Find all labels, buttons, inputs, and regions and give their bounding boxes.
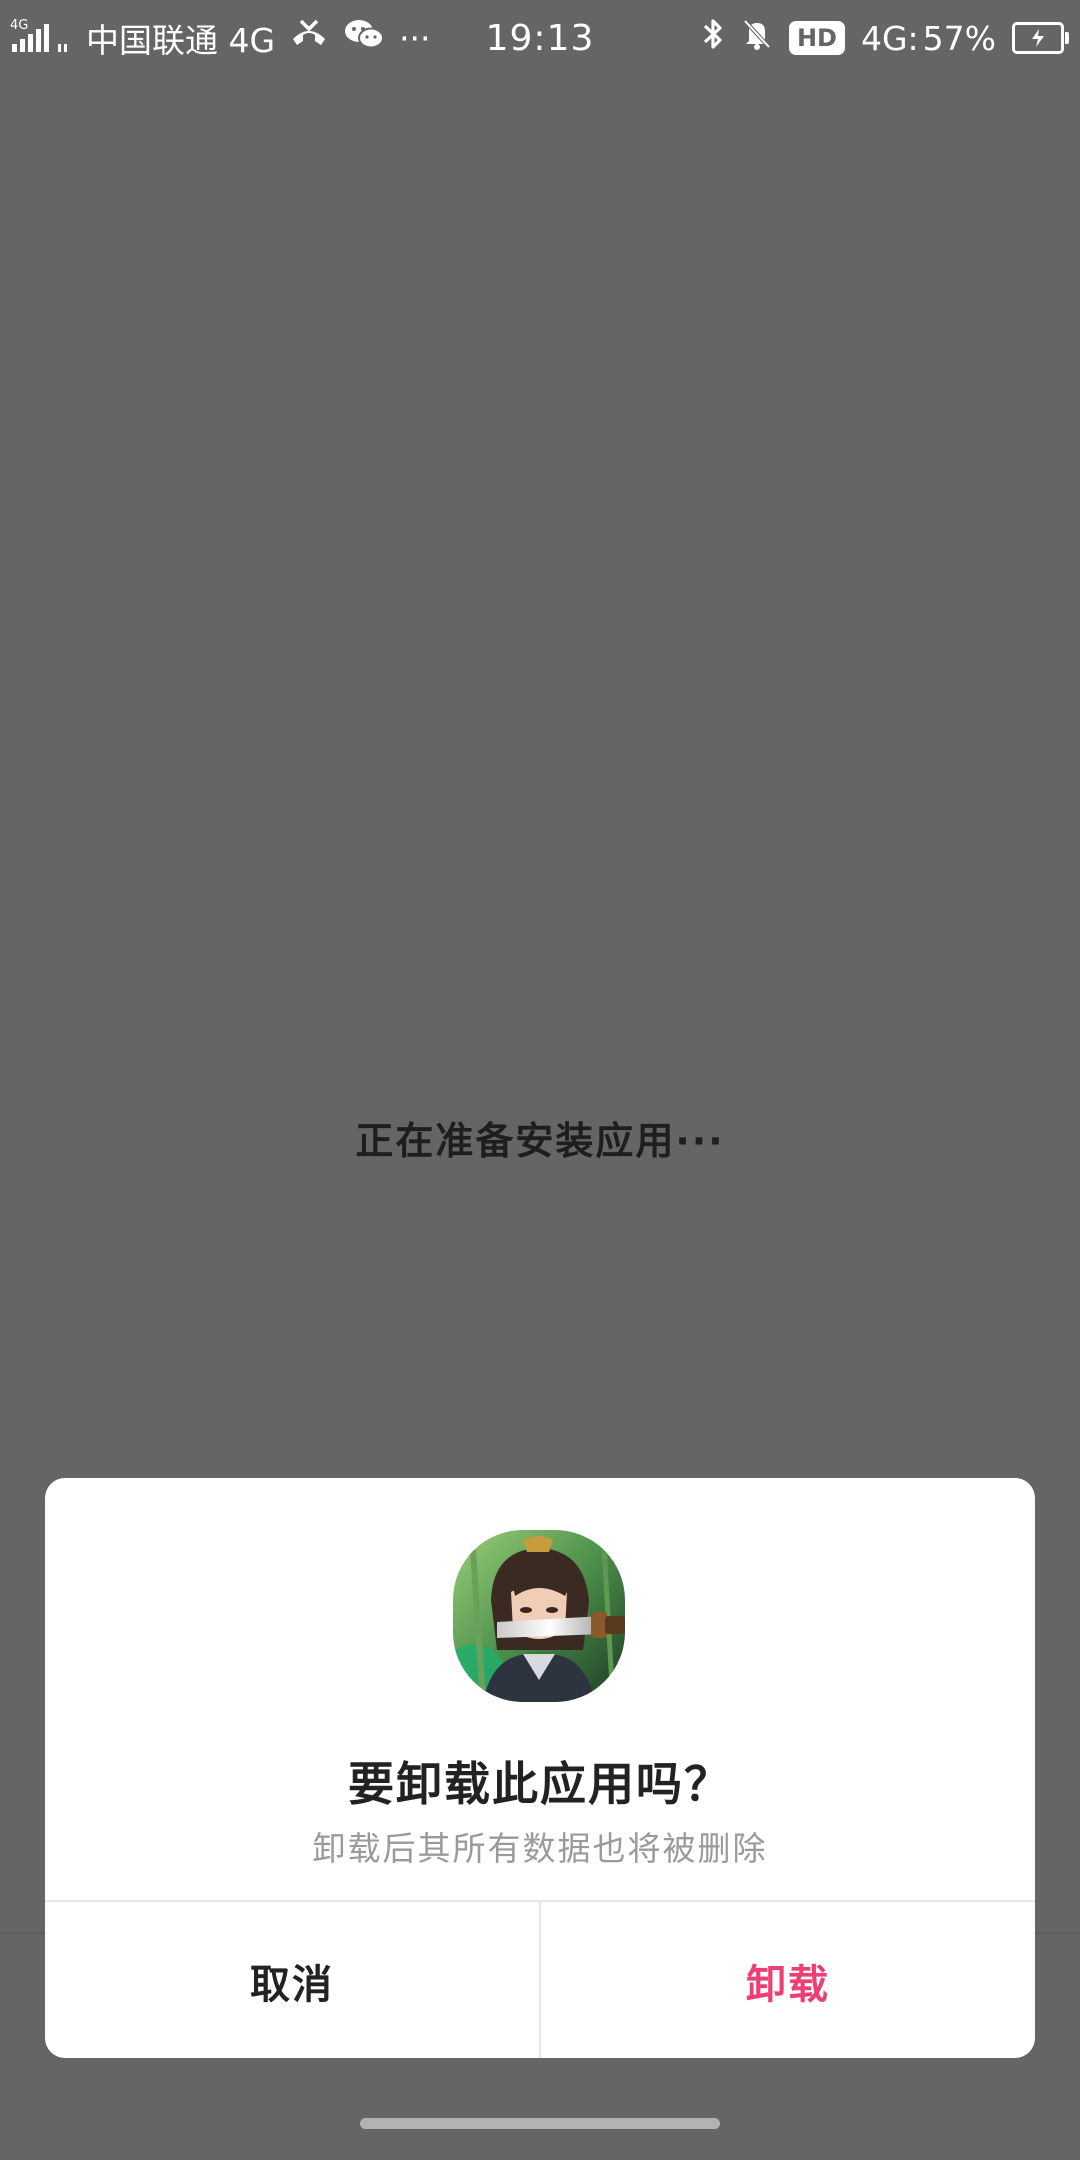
bluetooth-icon [701, 16, 725, 60]
mute-bell-icon [741, 17, 773, 59]
battery-percent: 57% [922, 18, 996, 58]
network-battery-group: 4G: 57% [861, 19, 996, 58]
dialog-message: 卸载后其所有数据也将被删除 [312, 1829, 768, 1868]
app-icon [453, 1530, 625, 1702]
dialog-title: 要卸载此应用吗？ [348, 1757, 732, 1811]
uninstall-dialog: 要卸载此应用吗？ 卸载后其所有数据也将被删除 取消 卸载 [45, 1478, 1035, 2058]
dialog-button-row: 取消 卸载 [45, 1900, 1035, 2058]
screen: 4G 中国联通 4G ··· 19:13 HD 4G: 57% 正在准备安装应用… [0, 0, 1080, 2160]
hd-voice-badge: HD [788, 21, 845, 55]
cancel-button[interactable]: 取消 [45, 1902, 541, 2058]
preparing-install-text: 正在准备安装应用··· [355, 1119, 725, 1163]
status-bar: 4G 中国联通 4G ··· 19:13 HD 4G: 57% [0, 0, 1080, 76]
status-bar-right: HD 4G: 57% [701, 16, 1069, 60]
home-indicator[interactable] [360, 2118, 720, 2129]
battery-charging-icon [1012, 22, 1069, 54]
network-type-label: 4G: [860, 18, 919, 58]
uninstall-button[interactable]: 卸载 [541, 1902, 1035, 2058]
